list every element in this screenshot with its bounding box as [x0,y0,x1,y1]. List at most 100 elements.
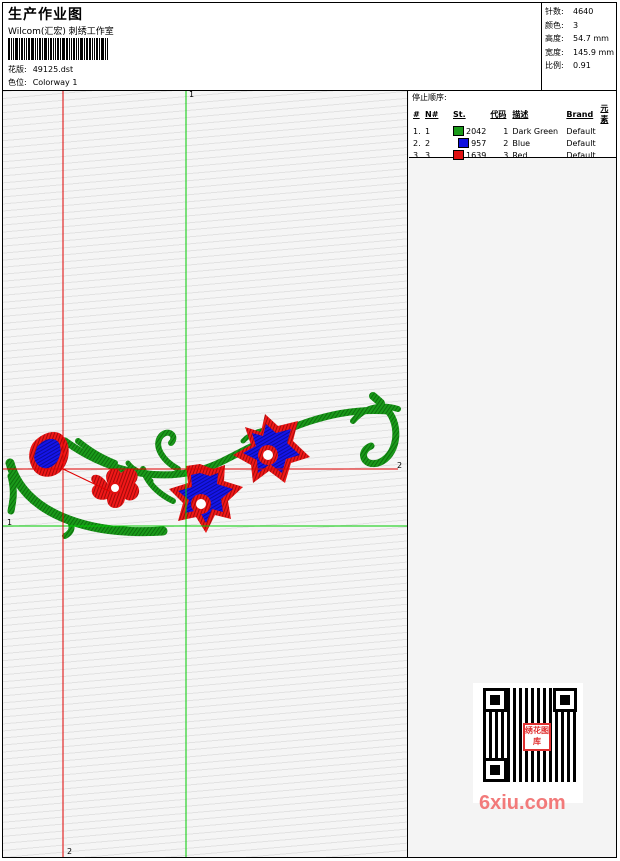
barcode-bar [71,38,72,60]
barcode [8,38,111,60]
stat-label: 颜色: [545,20,564,30]
barcode-bar [50,38,52,60]
barcode-bar [31,38,34,60]
barcode-bar [37,38,38,60]
stat-value: 54.7 mm [573,34,609,43]
qr-code: 绣花图库 [483,688,577,782]
table-header-row: # N# St. 代码 描述 Brand 元素 [411,103,616,125]
barcode-bar [69,38,70,60]
sheet-title: 生产作业图 [8,7,83,23]
barcode-bar [24,38,25,60]
colorway-line: 色位: Colorway 1 [8,77,77,88]
design-file-label: 花版: [8,65,27,74]
barcode-bar [105,38,106,60]
barcode-bar [60,38,61,60]
col-code: 代码 [490,109,507,119]
barcode-bar [19,38,20,60]
stop-sequence-table: # N# St. 代码 描述 Brand 元素 1. 1 2042 1 Dark Gre… [411,103,616,161]
color-swatch [458,138,470,148]
barcode-bar [89,38,91,60]
watermark-text: 6xiu.com [479,792,566,814]
cell-brand: Default [566,126,596,136]
stop-sequence-panel: 停止顺序: # N# St. 代码 描述 Brand 元素 1. 1 2042 1 Da… [409,91,616,161]
cell-element [598,137,616,149]
colorway-value: Colorway 1 [32,78,78,87]
barcode-bar [35,38,36,60]
stitches-cell: 957 [451,137,488,149]
qr-finder [553,688,577,712]
cell-code: 3 [503,150,509,160]
barcode-bar [96,38,98,60]
barcode-bar [21,38,23,60]
barcode-bar [76,38,77,60]
stitch-count: 957 [471,138,487,148]
guide-label-bottom: 2 [67,847,73,856]
barcode-bar [48,38,49,60]
stat-label: 比例: [545,61,564,70]
stat-width: 宽度: 145.9 mm [545,46,616,60]
stitch-count: 1639 [466,150,487,160]
design-file-line: 花版: 49125.dst [8,64,73,75]
stat-stitches: 针数: 4640 [545,5,616,19]
colorway-label: 色位: [8,78,27,87]
red-flower-small [91,468,140,508]
cell-brand: Default [566,138,596,148]
cell-desc: Dark Green [512,126,559,136]
barcode-bar [107,38,108,60]
barcode-bar [94,38,95,60]
cell-n: 2 [425,138,431,148]
cell-n: 3 [425,150,431,160]
barcode-bar [84,38,85,60]
col-needle: N# [425,109,439,119]
stat-colors: 颜色: 3 [545,19,616,33]
barcode-bar [66,38,68,60]
qr-code-block: 绣花图库 [473,683,583,803]
embroidery-artwork [3,91,407,857]
stat-value: 4640 [573,7,594,16]
cell-code: 2 [503,138,509,148]
barcode-bar [55,38,56,60]
barcode-bar [39,38,41,60]
barcode-bar [62,38,65,60]
qr-finder [483,688,507,712]
table-row: 2. 2 957 2 Blue Default [411,137,616,149]
col-description: 描述 [512,109,529,119]
col-element: 元素 [600,104,609,124]
stitches-cell: 2042 [451,125,488,137]
stat-label: 宽度: [545,47,564,57]
stat-label: 针数: [545,7,564,16]
guide-label-right: 2 [397,461,403,470]
cell-idx: 3. [413,150,421,160]
barcode-bar [44,38,47,60]
guide-label-top: 1 [189,91,195,99]
studio-name: Wilcom(汇宏) 刺绣工作室 [8,27,114,37]
stat-label: 高度: [545,34,564,43]
qr-logo-stamp: 绣花图库 [523,723,551,751]
barcode-bar [8,38,10,60]
stop-sequence-title: 停止顺序: [412,93,447,102]
cell-idx: 2. [413,138,421,148]
design-canvas: 1 1 2 2 [3,91,408,857]
cell-element [598,149,616,161]
stat-value: 0.91 [573,61,591,70]
barcode-bar [78,38,79,60]
barcode-bar [13,38,14,60]
sheet-header: 生产作业图 Wilcom(汇宏) 刺绣工作室 花版: 49125.dst 色位: C… [3,3,616,91]
design-file-value: 49125.dst [32,65,74,74]
design-stats: 针数: 4640 颜色: 3 高度: 54.7 mm 宽度: 145.9 mm 比例: 0… [541,3,616,90]
guide-label-left: 1 [7,518,13,527]
cell-desc: Red [512,150,528,160]
color-swatch [453,126,464,136]
col-brand: Brand [566,109,594,119]
stitches-cell: 1639 [451,149,488,161]
stat-value: 145.9 mm [573,47,615,57]
cell-n: 1 [425,126,431,136]
barcode-bar [53,38,54,60]
stat-value: 3 [573,20,579,30]
barcode-bar [80,38,83,60]
stat-height: 高度: 54.7 mm [545,32,616,46]
cell-code: 1 [503,126,509,136]
col-index: # [413,109,420,119]
qr-finder [483,758,507,782]
production-sheet: 生产作业图 Wilcom(汇宏) 刺绣工作室 花版: 49125.dst 色位: C… [2,2,617,858]
